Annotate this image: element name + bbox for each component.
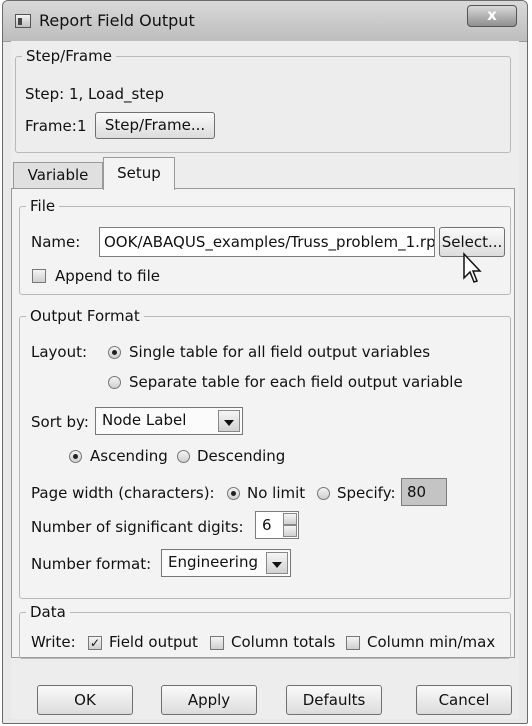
ok-button[interactable]: OK (37, 685, 133, 715)
chevron-down-icon[interactable] (266, 552, 288, 574)
append-to-file-checkbox[interactable] (32, 269, 46, 283)
layout-single-table-radio[interactable] (108, 346, 121, 359)
frame-value: 1 (77, 117, 87, 135)
write-label: Write: (31, 633, 76, 651)
significant-digits-value: 6 (262, 516, 272, 534)
number-format-value: Engineering (168, 553, 258, 571)
step-frame-legend: Step/Frame (26, 47, 112, 65)
number-format-select[interactable]: Engineering (161, 549, 291, 577)
spin-up-icon[interactable] (283, 513, 297, 525)
sort-by-label: Sort by: (31, 413, 89, 431)
specify-label: Specify: (337, 484, 396, 502)
data-legend: Data (30, 603, 66, 621)
page-width-label: Page width (characters): (31, 484, 215, 502)
layout-label: Layout: (31, 343, 88, 361)
field-output-label: Field output (109, 633, 198, 651)
layout-separate-table-label: Separate table for each field output var… (129, 373, 463, 391)
step-frame-button[interactable]: Step/Frame... (95, 112, 215, 139)
descending-label: Descending (197, 447, 286, 465)
column-totals-checkbox[interactable] (210, 636, 224, 650)
sort-by-select[interactable]: Node Label (95, 407, 243, 435)
window-title: Report Field Output (39, 11, 195, 30)
number-format-label: Number format: (31, 555, 152, 573)
append-to-file-label: Append to file (55, 267, 160, 285)
descending-radio[interactable] (177, 450, 190, 463)
tab-variable[interactable]: Variable (13, 162, 103, 189)
app-icon (15, 14, 31, 28)
layout-separate-table-radio[interactable] (108, 376, 121, 389)
report-field-output-dialog: Report Field Output x Step/Frame Step: 1… (2, 0, 528, 724)
apply-button[interactable]: Apply (161, 685, 257, 715)
column-min-max-checkbox[interactable] (346, 636, 360, 650)
layout-single-table-label: Single table for all field output variab… (129, 343, 431, 361)
no-limit-label: No limit (247, 484, 306, 502)
no-limit-radio[interactable] (227, 487, 240, 500)
defaults-button[interactable]: Defaults (286, 685, 382, 715)
significant-digits-spinner[interactable]: 6 (255, 511, 299, 539)
page-width-input: 80 (401, 478, 447, 506)
field-output-checkbox[interactable]: ✓ (88, 636, 102, 650)
file-legend: File (30, 197, 56, 215)
significant-digits-label: Number of significant digits: (31, 518, 244, 536)
dialog-body: Step/Frame Step: 1, Load_step Frame: 1 S… (11, 41, 519, 719)
file-name-input[interactable]: OOK/ABAQUS_examples/Truss_problem_1.rpt (99, 227, 435, 257)
specify-radio[interactable] (317, 487, 330, 500)
chevron-down-icon[interactable] (218, 410, 240, 432)
sort-by-value: Node Label (102, 411, 187, 429)
close-button[interactable]: x (467, 5, 517, 27)
title-bar[interactable]: Report Field Output x (3, 1, 527, 42)
ascending-radio[interactable] (69, 450, 82, 463)
step-info: Step: 1, Load_step (25, 85, 164, 103)
output-format-legend: Output Format (30, 307, 140, 325)
frame-label: Frame: (25, 117, 77, 135)
tab-setup[interactable]: Setup (103, 157, 175, 190)
name-label: Name: (31, 233, 81, 251)
mouse-cursor-icon (463, 252, 482, 283)
cancel-button[interactable]: Cancel (416, 685, 512, 715)
column-min-max-label: Column min/max (367, 633, 496, 651)
column-totals-label: Column totals (231, 633, 336, 651)
spin-down-icon[interactable] (283, 525, 297, 537)
ascending-label: Ascending (90, 447, 168, 465)
